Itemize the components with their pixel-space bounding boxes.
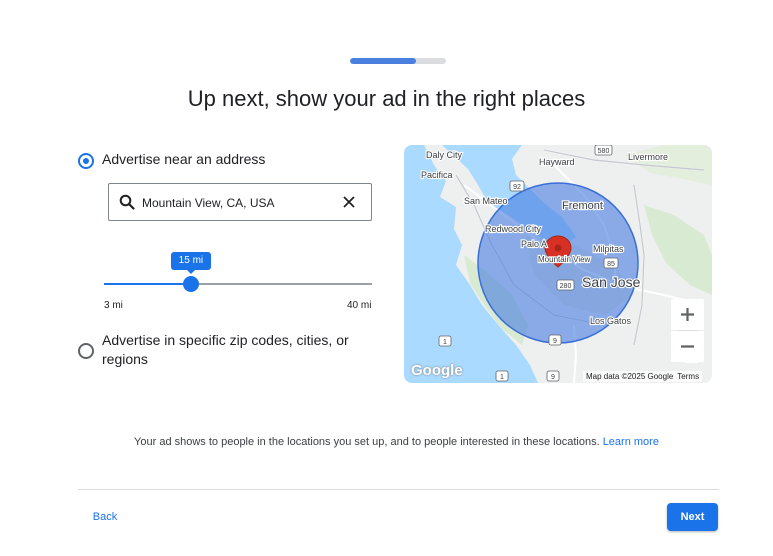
- svg-text:9: 9: [553, 338, 557, 345]
- map-attribution: Map data ©2025 Google Terms: [583, 371, 703, 382]
- route-shield-580: 580: [594, 145, 613, 156]
- back-button[interactable]: Back: [78, 503, 132, 531]
- map-label-palo-alto: Palo A: [521, 239, 547, 249]
- svg-text:580: 580: [598, 148, 610, 155]
- next-button[interactable]: Next: [667, 503, 718, 531]
- route-shield-85: 85: [603, 257, 619, 269]
- map-label-san-jose: San Jose: [582, 274, 641, 290]
- radius-slider-fill: [104, 283, 191, 285]
- svg-text:1: 1: [500, 374, 504, 381]
- map-terms-link[interactable]: Terms: [677, 372, 699, 381]
- regions-option-label[interactable]: Advertise in specific zip codes, cities,…: [102, 331, 362, 369]
- google-logo: Google: [411, 362, 463, 379]
- info-message: Your ad shows to people in the locations…: [0, 436, 773, 448]
- search-icon: [119, 194, 135, 210]
- address-radio[interactable]: [78, 153, 94, 169]
- radius-min-label: 3 mi: [104, 300, 123, 311]
- page-title: Up next, show your ad in the right place…: [187, 86, 586, 111]
- learn-more-link[interactable]: Learn more: [603, 436, 659, 448]
- radius-max-label: 40 mi: [347, 300, 372, 311]
- route-shield-280: 280: [556, 279, 575, 291]
- footer-divider: [78, 489, 719, 490]
- radius-slider[interactable]: 15 mi: [104, 252, 372, 292]
- route-shield-92: 92: [509, 180, 525, 192]
- map-label-livermore: Livermore: [628, 152, 668, 162]
- route-shield-1-south: 1: [495, 370, 509, 382]
- progress-bar-fill: [350, 58, 417, 64]
- map-label-mountain-view: Mountain View: [538, 255, 591, 264]
- address-search-value: Mountain View, CA, USA: [142, 196, 275, 210]
- address-search-input[interactable]: Mountain View, CA, USA: [108, 183, 372, 221]
- radius-slider-thumb[interactable]: [182, 276, 199, 292]
- svg-text:9: 9: [551, 374, 555, 381]
- route-shield-1: 1: [438, 335, 452, 347]
- info-text: Your ad shows to people in the locations…: [134, 436, 600, 448]
- zoom-in-button[interactable]: [671, 299, 704, 330]
- plus-icon: [681, 308, 694, 321]
- radius-value-bubble: 15 mi: [170, 252, 211, 274]
- map-label-hayward: Hayward: [539, 157, 575, 167]
- route-shield-9-south: 9: [546, 370, 560, 382]
- regions-radio[interactable]: [78, 343, 94, 359]
- route-shield-9: 9: [548, 334, 562, 346]
- svg-text:280: 280: [560, 283, 572, 290]
- map-label-fremont: Fremont: [562, 200, 603, 212]
- svg-text:92: 92: [513, 184, 521, 191]
- map-canvas[interactable]: 580 92 85 280 1 9 1 9 Daly City Hayward …: [404, 145, 712, 383]
- zoom-out-button[interactable]: [671, 331, 704, 362]
- map-label-milpitas: Milpitas: [593, 244, 624, 254]
- address-option-label[interactable]: Advertise near an address: [102, 150, 265, 169]
- close-icon[interactable]: [343, 196, 355, 208]
- map-data-credit: Map data ©2025 Google: [586, 372, 674, 381]
- minus-icon: [681, 345, 694, 348]
- map-label-los-gatos: Los Gatos: [590, 316, 632, 326]
- map-label-redwood-city: Redwood City: [485, 224, 542, 234]
- location-map[interactable]: 580 92 85 280 1 9 1 9 Daly City Hayward …: [404, 145, 712, 383]
- svg-text:85: 85: [607, 261, 615, 268]
- map-label-daly-city: Daly City: [426, 150, 463, 160]
- progress-bar: [350, 58, 446, 64]
- map-label-pacifica: Pacifica: [421, 170, 453, 180]
- map-label-san-mateo: San Mateo: [464, 196, 508, 206]
- svg-text:1: 1: [443, 339, 447, 346]
